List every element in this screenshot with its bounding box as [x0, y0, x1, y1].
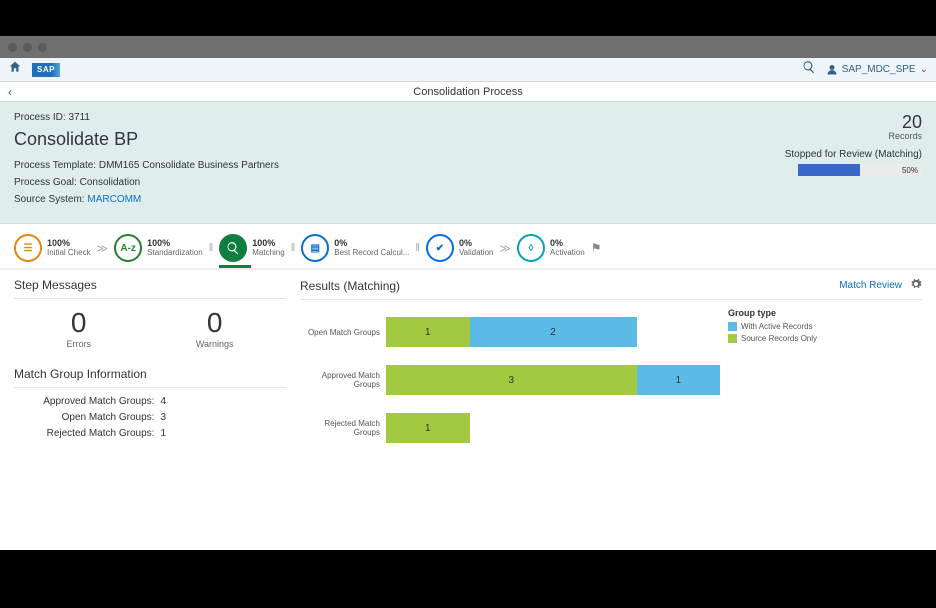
warnings-count: 0: [196, 307, 234, 339]
chevron-icon: ≫: [97, 242, 109, 255]
traffic-light-max[interactable]: [38, 43, 47, 52]
bar-label-approved: Approved Match Groups: [300, 371, 386, 389]
window-titlebar: [0, 36, 936, 58]
traffic-light-close[interactable]: [8, 43, 17, 52]
page-subheader: ‹ Consolidation Process: [0, 82, 936, 102]
az-icon: A-z: [114, 234, 142, 262]
legend-source: Source Records Only: [728, 334, 840, 343]
step-activation[interactable]: ◊ 0%Activation: [517, 234, 585, 262]
check-icon: ✔: [426, 234, 454, 262]
step-standardization[interactable]: A-z 100%Standardization: [114, 234, 203, 262]
errors-label: Errors: [66, 339, 91, 349]
legend-active: With Active Records: [728, 322, 840, 331]
errors-count: 0: [66, 307, 91, 339]
bar-label-rejected: Rejected Match Groups: [300, 419, 386, 437]
open-groups-row: Open Match Groups:3: [14, 412, 286, 423]
shell-bar: SAP SAP_MDC_SPE ⌄: [0, 58, 936, 82]
bar-seg[interactable]: 1: [386, 413, 470, 443]
rejected-groups-row: Rejected Match Groups:1: [14, 428, 286, 439]
bar-seg[interactable]: 1: [637, 365, 721, 395]
results-title: Results (Matching): [300, 279, 400, 293]
step-messages-title: Step Messages: [14, 278, 286, 299]
step-best-record[interactable]: ▤ 0%Best Record Calcul...: [301, 234, 409, 262]
search-icon: [219, 234, 247, 262]
pause-icon: ‖: [415, 242, 420, 254]
results-title-bar: Results (Matching) Match Review: [300, 278, 922, 300]
object-header: Process ID: 3711 Consolidate BP Process …: [0, 102, 936, 224]
home-icon[interactable]: [8, 60, 22, 79]
search-icon[interactable]: [802, 60, 816, 79]
step-matching[interactable]: 100%Matching: [219, 234, 284, 262]
pause-icon: ‖: [209, 242, 214, 254]
warnings-label: Warnings: [196, 339, 234, 349]
progress-bar: 50%: [798, 164, 922, 176]
source-system-link[interactable]: MARCOMM: [87, 194, 141, 205]
match-review-link[interactable]: Match Review: [839, 280, 902, 291]
user-menu[interactable]: SAP_MDC_SPE ⌄: [826, 64, 928, 76]
match-group-info-title: Match Group Information: [14, 367, 286, 388]
sap-logo[interactable]: SAP: [32, 63, 60, 77]
page-title: Consolidation Process: [413, 86, 522, 98]
chevron-down-icon: ⌄: [920, 64, 928, 75]
bar-seg[interactable]: 1: [386, 317, 470, 347]
bar-seg[interactable]: 3: [386, 365, 637, 395]
step-validation[interactable]: ✔ 0%Validation: [426, 234, 494, 262]
results-chart: Open Match Groups 12 Approved Match Grou…: [300, 308, 720, 452]
bar-seg[interactable]: 2: [470, 317, 637, 347]
process-steps: ☰ 100%Initial Check ≫ A-z 100%Standardiz…: [0, 224, 936, 270]
step-initial-check[interactable]: ☰ 100%Initial Check: [14, 234, 91, 262]
process-status: Stopped for Review (Matching): [785, 149, 922, 160]
source-row: Source System: MARCOMM: [14, 194, 922, 205]
clipboard-icon: ☰: [14, 234, 42, 262]
legend-title: Group type: [728, 308, 840, 318]
approved-groups-row: Approved Match Groups:4: [14, 396, 286, 407]
chevron-icon: ≫: [499, 242, 511, 255]
user-name: SAP_MDC_SPE: [842, 64, 916, 75]
records-count: 20: [785, 112, 922, 133]
pause-icon: ‖: [291, 242, 296, 254]
bulb-icon: ◊: [517, 234, 545, 262]
progress-pct: 50%: [902, 166, 918, 175]
flag-icon: ⚑: [591, 241, 602, 255]
gear-icon[interactable]: [910, 278, 922, 293]
bar-label-open: Open Match Groups: [300, 328, 386, 337]
traffic-light-min[interactable]: [23, 43, 32, 52]
document-icon: ▤: [301, 234, 329, 262]
chart-legend: Group type With Active Records Source Re…: [720, 308, 840, 452]
back-button[interactable]: ‹: [0, 85, 20, 99]
records-label: Records: [785, 131, 922, 141]
